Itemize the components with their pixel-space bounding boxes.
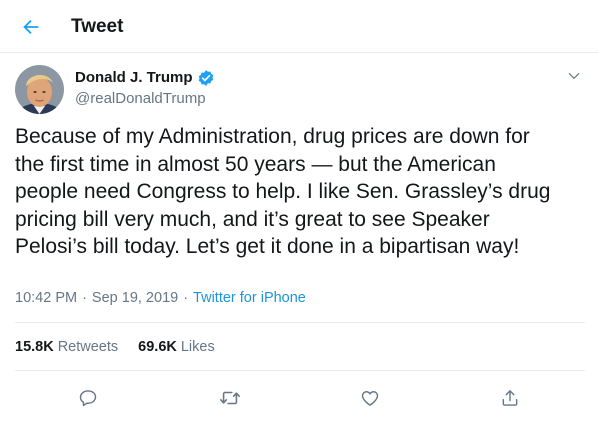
tweet-date[interactable]: Sep 19, 2019 — [92, 288, 178, 308]
retweet-icon — [220, 391, 240, 405]
page-title: Tweet — [71, 16, 124, 37]
tweet-source-link[interactable]: Twitter for iPhone — [193, 288, 306, 308]
divider — [15, 322, 585, 323]
retweet-button[interactable] — [218, 386, 242, 410]
verified-badge-icon — [197, 69, 215, 87]
reply-button[interactable] — [76, 386, 100, 410]
tweet-meta: 10:42 PM · Sep 19, 2019 · Twitter for iP… — [15, 288, 306, 308]
likes-count: 69.6K — [138, 339, 177, 355]
meta-separator: · — [183, 290, 189, 306]
retweets-count: 15.8K — [15, 339, 54, 355]
divider — [15, 370, 585, 371]
back-button[interactable] — [14, 10, 48, 44]
tweet-text: Because of my Administration, drug price… — [15, 125, 551, 259]
more-options-button[interactable] — [564, 66, 584, 86]
chevron-down-icon — [568, 73, 580, 79]
back-arrow-icon — [23, 19, 39, 35]
author-name-row: Donald J. Trump — [75, 68, 215, 88]
avatar-image — [15, 65, 64, 114]
like-icon — [361, 391, 379, 406]
share-icon — [502, 390, 518, 406]
reply-icon — [79, 390, 97, 407]
likes-label: Likes — [180, 339, 215, 355]
top-bar: Tweet — [0, 0, 598, 53]
avatar[interactable] — [15, 65, 64, 114]
author-handle[interactable]: @realDonaldTrump — [75, 89, 206, 109]
retweets-stat[interactable]: 15.8K Retweets — [15, 337, 118, 357]
likes-stat[interactable]: 69.6K Likes — [138, 337, 215, 357]
engagement-stats: 15.8K Retweets 69.6K Likes — [15, 337, 235, 357]
retweets-label: Retweets — [57, 339, 119, 355]
meta-separator: · — [82, 290, 87, 306]
like-button[interactable] — [358, 386, 382, 410]
share-button[interactable] — [498, 386, 522, 410]
tweet-time[interactable]: 10:42 PM — [15, 288, 77, 308]
author-name[interactable]: Donald J. Trump — [75, 68, 193, 88]
